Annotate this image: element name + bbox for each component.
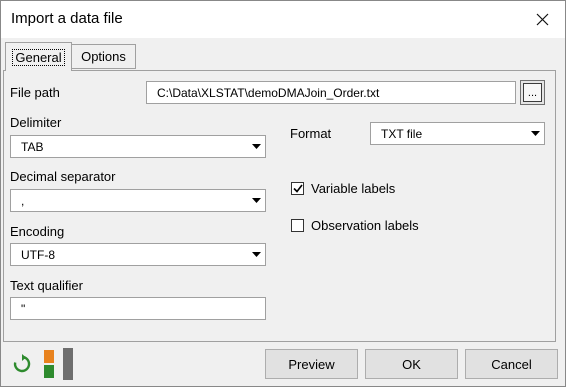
encoding-select[interactable]: UTF-8 xyxy=(10,243,266,266)
tab-options-label: Options xyxy=(81,49,126,64)
tab-options[interactable]: Options xyxy=(72,44,136,69)
tab-general-label: General xyxy=(12,48,65,66)
text-qualifier-label: Text qualifier xyxy=(10,278,83,293)
preview-button[interactable]: Preview xyxy=(265,349,358,379)
cancel-button[interactable]: Cancel xyxy=(465,349,558,379)
reset-button[interactable] xyxy=(11,353,33,375)
encoding-value: UTF-8 xyxy=(21,247,55,262)
refresh-icon xyxy=(13,354,31,373)
format-label: Format xyxy=(290,126,332,141)
variable-labels-label: Variable labels xyxy=(311,181,396,196)
chevron-down-icon xyxy=(527,123,544,144)
format-value: TXT file xyxy=(381,126,423,141)
format-select[interactable]: TXT file xyxy=(370,122,545,145)
variable-labels-checkbox[interactable] xyxy=(291,182,304,195)
title-bar: Import a data file xyxy=(1,1,565,38)
delimiter-value: TAB xyxy=(21,139,44,154)
delimiter-label: Delimiter xyxy=(10,115,62,130)
text-qualifier-input[interactable]: " xyxy=(10,297,266,320)
decimal-separator-label: Decimal separator xyxy=(10,169,116,184)
checkmark-icon xyxy=(292,184,303,193)
browse-button[interactable]: ... xyxy=(520,80,545,105)
layout-icon xyxy=(44,348,73,380)
chevron-down-icon xyxy=(248,136,265,157)
encoding-label: Encoding xyxy=(10,224,65,239)
ok-button[interactable]: OK xyxy=(365,349,458,379)
delimiter-select[interactable]: TAB xyxy=(10,135,266,158)
ellipsis-icon: ... xyxy=(523,83,542,102)
decimal-separator-value: , xyxy=(21,193,25,208)
observation-labels-label: Observation labels xyxy=(311,218,419,233)
import-dialog: Import a data file General Options File … xyxy=(0,0,566,387)
observation-labels-checkbox[interactable] xyxy=(291,219,304,232)
dialog-title: Import a data file xyxy=(11,10,123,27)
tab-general[interactable]: General xyxy=(5,42,72,71)
chevron-down-icon xyxy=(248,190,265,211)
decimal-separator-select[interactable]: , xyxy=(10,189,266,212)
close-icon xyxy=(536,13,548,26)
chevron-down-icon xyxy=(248,244,265,265)
layout-button[interactable] xyxy=(41,348,77,380)
file-path-input[interactable]: C:\Data\XLSTAT\demoDMAJoin_Order.txt xyxy=(146,81,516,104)
file-path-label: File path xyxy=(10,85,60,100)
close-button[interactable] xyxy=(519,1,565,38)
